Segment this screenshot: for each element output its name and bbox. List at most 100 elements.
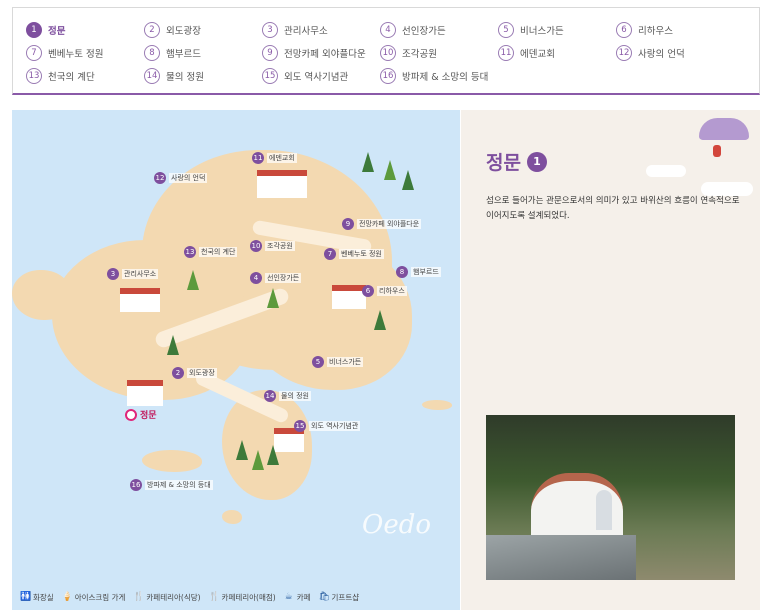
map-pin-label[interactable]: 조각공원	[265, 241, 295, 251]
legend-label: 천국의 계단	[48, 72, 95, 83]
legend-item-5[interactable]: 5 비너스가든	[498, 21, 616, 39]
map-pin-8[interactable]: 8	[396, 266, 408, 278]
gate-marker[interactable]: 정문	[125, 408, 157, 421]
facility-legend-label: 카페	[296, 592, 311, 602]
map-pin-label[interactable]: 관리사무소	[122, 269, 159, 279]
tree	[267, 445, 279, 465]
map-pin-label[interactable]: 사랑의 언덕	[169, 173, 208, 183]
legend-label: 선인장가든	[402, 26, 446, 37]
island-map: 11 에덴교회 12 사랑의 언덕 9 전망카페 외야플다운 13 천국의 계단 10 조각공원 7…	[12, 110, 460, 610]
legend-number: 16	[380, 68, 396, 84]
legend-item-16[interactable]: 16 방파제 & 소망의 등대	[380, 67, 498, 85]
legend-label: 물의 정원	[166, 72, 204, 83]
map-pin-3[interactable]: 3	[107, 268, 119, 280]
rehouse-building	[332, 285, 366, 309]
paraglider-person	[713, 145, 721, 157]
legend-label: 벤베누토 정원	[48, 49, 104, 60]
detail-title: 정문 1	[486, 148, 547, 175]
legend-item-6[interactable]: 6 리하우스	[616, 21, 734, 39]
map-pin-14[interactable]: 14	[264, 390, 276, 402]
map-pin-16[interactable]: 16	[130, 479, 142, 491]
map-pin-label[interactable]: 외도 역사기념관	[309, 421, 361, 431]
legend-number: 10	[380, 45, 396, 61]
map-pin-12[interactable]: 12	[154, 172, 166, 184]
legend-item-15[interactable]: 15 외도 역사기념관	[262, 67, 380, 85]
map-pin-label[interactable]: 선인장가든	[265, 273, 302, 283]
legend-label: 리하우스	[638, 26, 673, 37]
map-pin-13[interactable]: 13	[184, 246, 196, 258]
map-pin-label[interactable]: 에덴교회	[267, 153, 297, 163]
legend-item-10[interactable]: 10 조각공원	[380, 44, 498, 62]
map-pin-label[interactable]: 천국의 계단	[199, 247, 238, 257]
map-pin-7[interactable]: 7	[324, 248, 336, 260]
tree	[362, 152, 374, 172]
detail-description: 섬으로 들어가는 관문으로서의 의미가 있고 바위산의 흐름이 연속적으로 이어…	[486, 196, 740, 221]
legend-item-9[interactable]: 9 전망카페 외야플다운	[262, 44, 380, 62]
map-pin-10[interactable]: 10	[250, 240, 262, 252]
legend-number: 5	[498, 22, 514, 38]
facility-legend-item: 🍴 카페테리아(매점)	[209, 592, 276, 603]
legend-item-3[interactable]: 3 관리사무소	[262, 21, 380, 39]
tree	[374, 310, 386, 330]
facility-legend-label: 화장실	[33, 592, 54, 602]
map-pin-11[interactable]: 11	[252, 152, 264, 164]
legend-number: 4	[380, 22, 396, 38]
legend-label: 관리사무소	[284, 26, 328, 37]
legend-label: 사랑의 언덕	[638, 49, 685, 60]
legend-item-13[interactable]: 13 천국의 계단	[26, 67, 144, 85]
legend-item-11[interactable]: 11 에덴교회	[498, 44, 616, 62]
facility-legend-item: 🛍 기프트샵	[319, 592, 360, 603]
restroom-icon: 🚻	[20, 592, 32, 602]
map-pin-6[interactable]: 6	[362, 285, 374, 297]
gate-photo	[486, 415, 735, 580]
detail-title-text: 정문	[486, 152, 521, 174]
legend-label: 햄부르드	[166, 49, 201, 60]
tree	[402, 170, 414, 190]
map-pin-15[interactable]: 15	[294, 420, 306, 432]
spot-detail-panel: 정문 1 섬으로 들어가는 관문으로서의 의미가 있고 바위산의 흐름이 연속적…	[461, 110, 760, 610]
tree	[236, 440, 248, 460]
cafeteria-shop-icon: 🍴	[208, 592, 220, 602]
legend-number: 1	[26, 22, 42, 38]
legend-number: 9	[262, 45, 278, 61]
tree	[384, 160, 396, 180]
legend-label: 에덴교회	[520, 49, 555, 60]
legend-item-2[interactable]: 2 외도광장	[144, 21, 262, 39]
map-pin-4[interactable]: 4	[250, 272, 262, 284]
legend-number: 6	[616, 22, 632, 38]
map-pin-label[interactable]: 방파제 & 소망의 등대	[145, 480, 213, 490]
legend-number: 15	[262, 68, 278, 84]
map-pin-5[interactable]: 5	[312, 356, 324, 368]
gift-shop-icon: 🛍	[318, 592, 330, 602]
islet	[142, 450, 202, 472]
map-pin-2[interactable]: 2	[172, 367, 184, 379]
oedo-watermark: Oedo	[362, 510, 431, 540]
map-pin-label[interactable]: 외도광장	[187, 368, 217, 378]
legend-item-8[interactable]: 8 햄부르드	[144, 44, 262, 62]
map-pin-label[interactable]: 벤베누토 정원	[339, 249, 384, 259]
tree	[187, 270, 199, 290]
islet	[422, 400, 452, 410]
legend-item-1[interactable]: 1 정문	[26, 21, 144, 39]
legend-number: 12	[616, 45, 632, 61]
legend-item-14[interactable]: 14 물의 정원	[144, 67, 262, 85]
map-pin-label[interactable]: 리하우스	[377, 286, 407, 296]
legend-item-12[interactable]: 12 사랑의 언덕	[616, 44, 734, 62]
facility-legend-label: 카페테리아(식당)	[146, 592, 201, 602]
legend-number: 13	[26, 68, 42, 84]
legend-item-4[interactable]: 4 선인장가든	[380, 21, 498, 39]
map-pin-label[interactable]: 비너스가든	[327, 357, 364, 367]
detail-number-badge: 1	[526, 151, 547, 172]
map-pin-9[interactable]: 9	[342, 218, 354, 230]
facility-legend-label: 카페테리아(매점)	[221, 592, 276, 602]
office-building	[120, 288, 160, 312]
map-pin-label[interactable]: 물의 정원	[279, 391, 311, 401]
legend-item-7[interactable]: 7 벤베누토 정원	[26, 44, 144, 62]
map-pin-label[interactable]: 햄부르드	[411, 267, 441, 277]
photo-doorway	[596, 490, 612, 530]
facility-legend-item: 🍴 카페테리아(식당)	[133, 592, 200, 603]
legend-number: 3	[262, 22, 278, 38]
island-west	[12, 270, 72, 320]
map-pin-label[interactable]: 전망카페 외야플다운	[357, 219, 422, 229]
legend-label: 비너스가든	[520, 26, 564, 37]
